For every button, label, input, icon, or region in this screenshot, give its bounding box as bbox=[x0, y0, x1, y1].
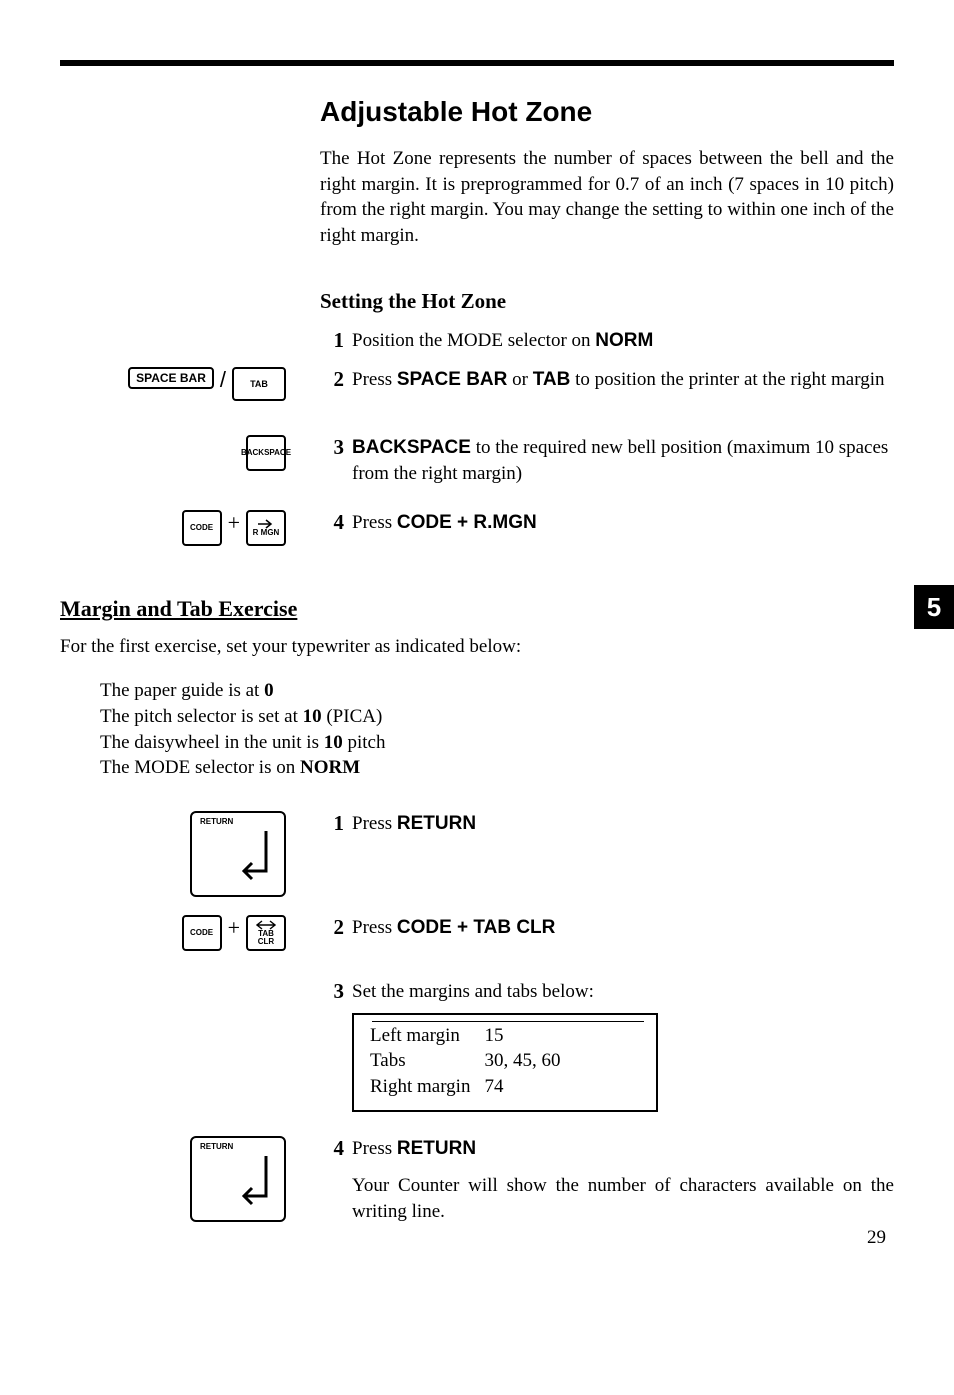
page-number: 29 bbox=[867, 1227, 886, 1249]
step-text: Press CODE + R.MGN bbox=[352, 510, 894, 536]
manual-page: 5 Adjustable Hot Zone The Hot Zone repre… bbox=[0, 0, 954, 1279]
step-number: 2 bbox=[320, 367, 344, 392]
plus-separator: + bbox=[228, 915, 240, 941]
step-number: 3 bbox=[320, 435, 344, 460]
step-text: BACKSPACE to the required new bell posit… bbox=[352, 435, 894, 486]
step-row: 1 Position the MODE selector on NORM bbox=[60, 328, 894, 354]
step-number: 3 bbox=[320, 979, 344, 1004]
section-subhead: Setting the Hot Zone bbox=[320, 289, 894, 314]
list-item: The MODE selector is on NORM bbox=[100, 755, 894, 781]
step-text: Press RETURN Your Counter will show the … bbox=[352, 1136, 894, 1225]
code-key-icon: CODE bbox=[182, 510, 222, 546]
step-row: 3 Set the margins and tabs below: Left m… bbox=[60, 979, 894, 1122]
list-item: The pitch selector is set at 10 (PICA) bbox=[100, 704, 894, 730]
step-number: 1 bbox=[320, 811, 344, 836]
tabclr-key-icon: TAB CLR bbox=[246, 915, 286, 951]
exercise-intro: For the first exercise, set your typewri… bbox=[60, 636, 894, 658]
step-row: SPACE BAR / TAB 2 Press SPACE BAR or TAB… bbox=[60, 367, 894, 401]
chapter-tab: 5 bbox=[914, 585, 954, 629]
backspace-key-icon: BACKSPACE bbox=[246, 435, 286, 471]
step-row: CODE + R MGN 4 Press CODE + R.MGN bbox=[60, 510, 894, 546]
step-number: 1 bbox=[320, 328, 344, 353]
step-text: Press CODE + TAB CLR bbox=[352, 915, 894, 941]
list-item: The daisywheel in the unit is 10 pitch bbox=[100, 730, 894, 756]
step-row: RETURN 1 Press RETURN bbox=[60, 811, 894, 897]
slash-separator: / bbox=[220, 367, 226, 393]
intro-paragraph: The Hot Zone represents the number of sp… bbox=[320, 146, 894, 249]
table-row: Left margin15 bbox=[370, 1023, 574, 1049]
exercise-settings-list: The paper guide is at 0 The pitch select… bbox=[100, 678, 894, 781]
list-item: The paper guide is at 0 bbox=[100, 678, 894, 704]
step-number: 4 bbox=[320, 510, 344, 535]
exercise-heading: Margin and Tab Exercise bbox=[60, 596, 894, 622]
rmgn-key-icon: R MGN bbox=[246, 510, 286, 546]
return-key-icon: RETURN bbox=[190, 811, 286, 897]
step-text: Press SPACE BAR or TAB to position the p… bbox=[352, 367, 894, 393]
return-arrow-icon bbox=[232, 1152, 274, 1212]
tab-key-icon: TAB bbox=[232, 367, 286, 401]
space-bar-key-icon: SPACE BAR bbox=[128, 367, 214, 389]
step-row: CODE + TAB CLR 2 Press CODE + TAB CLR bbox=[60, 915, 894, 951]
page-title: Adjustable Hot Zone bbox=[320, 96, 894, 128]
code-key-icon: CODE bbox=[182, 915, 222, 951]
step-text: Press RETURN bbox=[352, 811, 894, 837]
top-rule bbox=[60, 60, 894, 66]
margin-table: Left margin15 Tabs30, 45, 60 Right margi… bbox=[352, 1013, 658, 1112]
return-arrow-icon bbox=[232, 827, 274, 887]
step-text: Set the margins and tabs below: Left mar… bbox=[352, 979, 894, 1122]
return-key-icon: RETURN bbox=[190, 1136, 286, 1222]
table-row: Tabs30, 45, 60 bbox=[370, 1048, 574, 1074]
step-number: 4 bbox=[320, 1136, 344, 1161]
step-row: RETURN 4 Press RETURN Your Counter will … bbox=[60, 1136, 894, 1225]
plus-separator: + bbox=[228, 510, 240, 536]
table-row: Right margin74 bbox=[370, 1074, 574, 1100]
step-row: BACKSPACE 3 BACKSPACE to the required ne… bbox=[60, 435, 894, 486]
step-number: 2 bbox=[320, 915, 344, 940]
step-text: Position the MODE selector on NORM bbox=[352, 328, 894, 354]
